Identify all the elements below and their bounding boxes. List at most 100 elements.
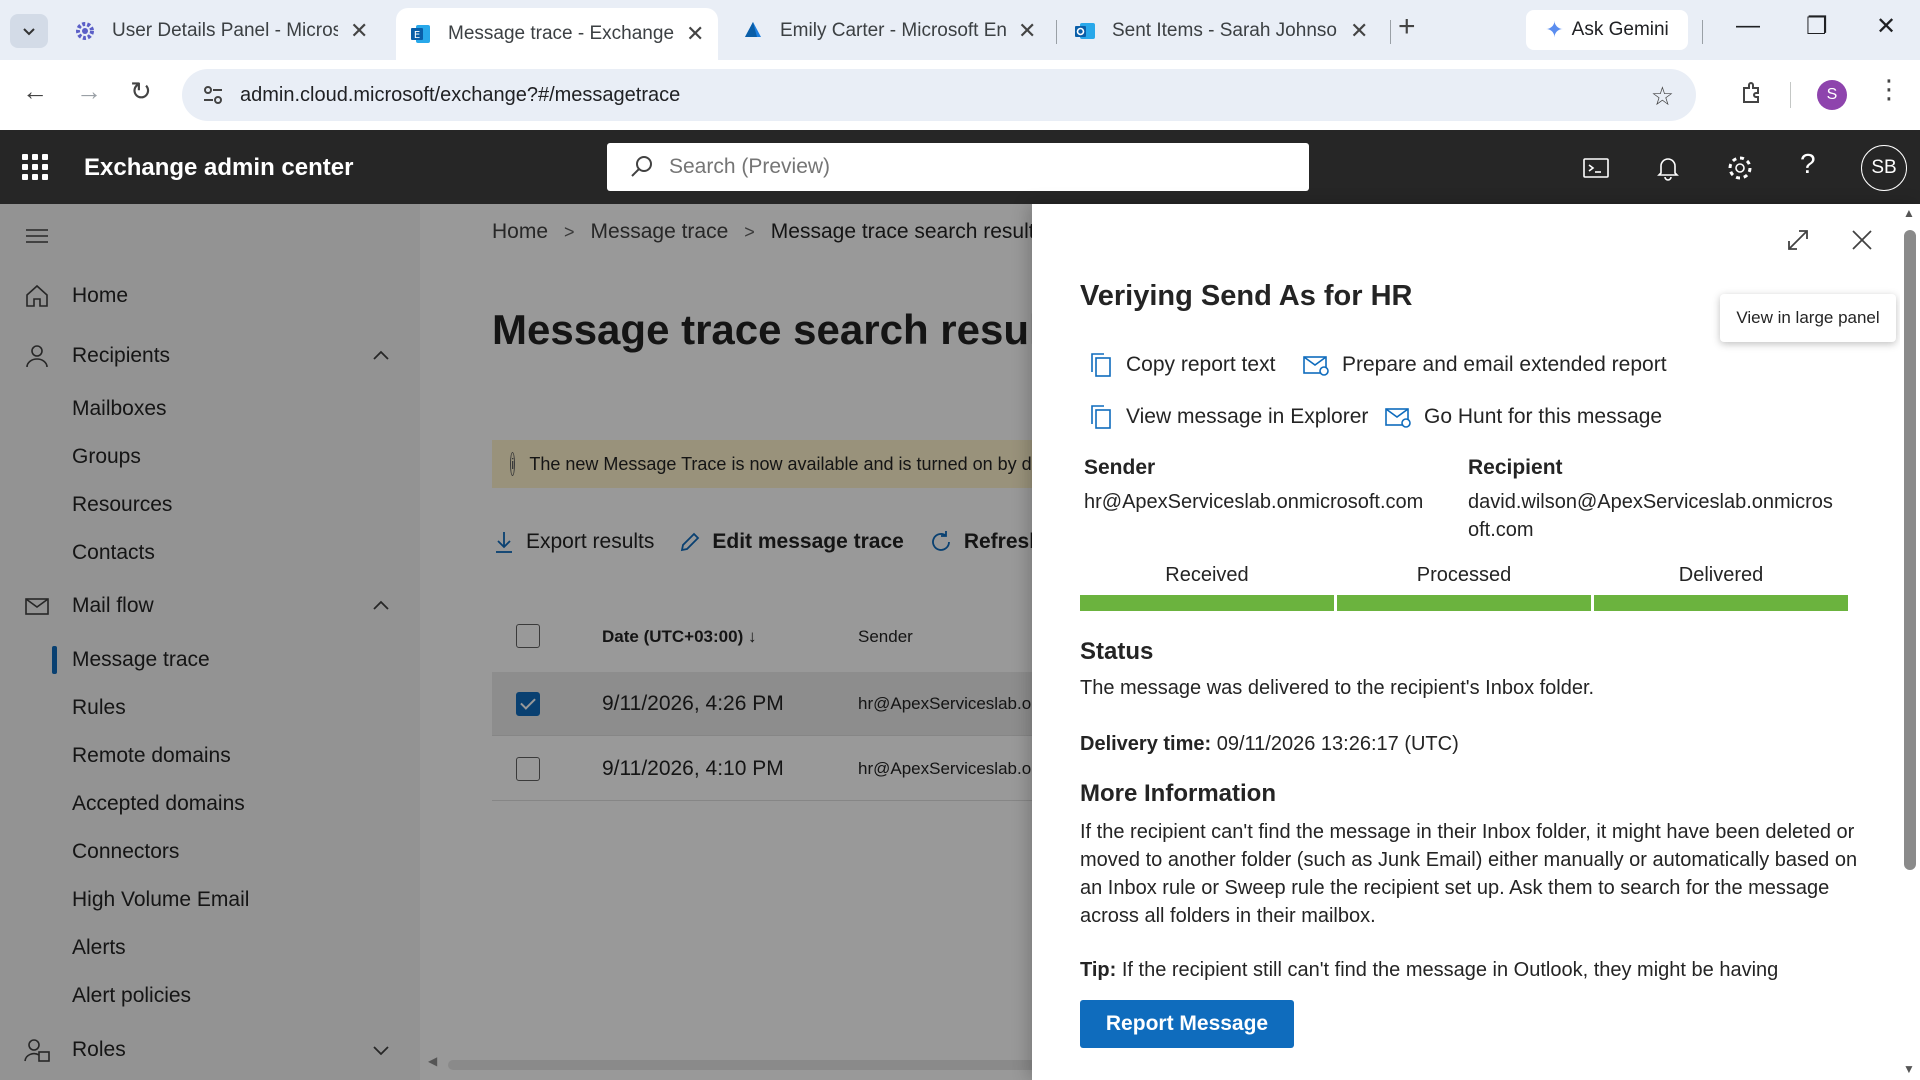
minimize-icon[interactable]: — <box>1736 12 1760 40</box>
global-search-box[interactable] <box>607 143 1309 191</box>
window-close-icon[interactable]: ✕ <box>1876 12 1896 41</box>
message-details-panel: View in large panel Veriying Send As for… <box>1032 204 1920 1080</box>
stage-bar <box>1337 595 1591 611</box>
mail-report-icon <box>1303 356 1329 376</box>
stage-label: Delivered <box>1678 564 1764 586</box>
stage-label: Processed <box>1416 564 1512 586</box>
search-icon <box>631 156 652 177</box>
browser-profile-avatar[interactable]: S <box>1817 80 1847 110</box>
svg-text:E: E <box>414 30 420 41</box>
browser-tab-user-details[interactable]: User Details Panel - Microsoft ✕ <box>60 8 382 54</box>
ask-gemini-label: Ask Gemini <box>1571 19 1669 40</box>
report-message-button[interactable]: Report Message <box>1080 1000 1294 1048</box>
copy-report-text-button[interactable]: Copy report text <box>1088 352 1275 378</box>
tab-separator <box>1702 20 1703 44</box>
outlook-favicon-icon <box>1075 23 1095 39</box>
settings-gear-icon[interactable] <box>1726 154 1754 182</box>
site-info-icon[interactable] <box>200 82 226 108</box>
panel-footer: Report Message <box>1032 980 1920 1080</box>
tab-separator <box>1390 20 1391 44</box>
app-name[interactable]: Exchange admin center <box>84 154 353 182</box>
app-header: Exchange admin center ? SB <box>0 130 1920 204</box>
tab-close-icon[interactable]: ✕ <box>1018 18 1036 44</box>
browser-tab-emily-carter[interactable]: Emily Carter - Microsoft Entra ✕ <box>728 8 1050 54</box>
sender-value: hr@ApexServiceslab.onmicrosoft.com <box>1084 491 1424 513</box>
prepare-extended-report-label: Prepare and email extended report <box>1342 353 1667 376</box>
hunt-mail-icon <box>1385 408 1411 428</box>
delivery-time-label: Delivery time: <box>1080 733 1212 755</box>
stage-bar <box>1594 595 1848 611</box>
scrollbar-thumb[interactable] <box>1904 230 1916 870</box>
browser-menu-icon[interactable]: ⋮ <box>1876 74 1902 105</box>
tip-body: If the recipient still can't find the me… <box>1121 959 1779 981</box>
browser-toolbar: ← → ↻ admin.cloud.microsoft/exchange?#/m… <box>0 60 1920 130</box>
gemini-sparkle-icon: ✦ <box>1545 17 1564 42</box>
more-info-text: If the recipient can't find the message … <box>1080 821 1858 927</box>
delivery-progress: Received Processed Delivered <box>1080 564 1848 620</box>
expand-icon[interactable] <box>1784 226 1812 254</box>
close-icon[interactable] <box>1848 226 1876 254</box>
scrollbar-thumb[interactable] <box>448 1060 1048 1070</box>
tab-title: Sent Items - Sarah Johnson - <box>1112 20 1338 41</box>
back-arrow-icon[interactable]: ← <box>22 76 48 107</box>
url-text: admin.cloud.microsoft/exchange?#/message… <box>240 83 681 106</box>
stage-label: Received <box>1165 564 1249 586</box>
app-launcher-waffle-icon[interactable] <box>22 154 48 180</box>
toolbar-separator <box>1790 82 1791 108</box>
extensions-puzzle-icon[interactable] <box>1740 80 1766 106</box>
user-avatar[interactable]: SB <box>1861 145 1907 191</box>
stage-delivered: Delivered <box>1594 564 1848 611</box>
sender-label: Sender <box>1084 456 1156 479</box>
recipient-label: Recipient <box>1468 456 1563 479</box>
help-question-icon[interactable]: ? <box>1800 148 1828 179</box>
restore-icon[interactable]: ❐ <box>1806 12 1828 41</box>
entra-favicon-icon <box>745 22 761 37</box>
go-hunt-label: Go Hunt for this message <box>1424 405 1663 428</box>
ask-gemini-button[interactable]: ✦ Ask Gemini <box>1526 10 1688 50</box>
scroll-up-arrow-icon[interactable]: ▲ <box>1903 206 1915 220</box>
recipient-value-line1: david.wilson@ApexServiceslab.onmicros <box>1468 491 1833 513</box>
tab-separator <box>1056 20 1057 44</box>
tip-label: Tip: <box>1080 959 1117 981</box>
chevron-down-icon <box>23 28 35 36</box>
tab-close-icon[interactable]: ✕ <box>350 18 368 44</box>
address-bar[interactable]: admin.cloud.microsoft/exchange?#/message… <box>182 69 1696 121</box>
browser-tab-sent-items[interactable]: Sent Items - Sarah Johnson - ✕ <box>1060 8 1382 54</box>
scroll-left-arrow-icon[interactable]: ◀ <box>428 1054 437 1068</box>
tab-title: User Details Panel - Microsoft <box>112 20 338 41</box>
modal-overlay[interactable] <box>0 204 1032 1080</box>
gear-favicon-icon <box>76 22 94 40</box>
bookmark-star-icon[interactable]: ☆ <box>1651 81 1674 112</box>
notifications-bell-icon[interactable] <box>1654 154 1682 182</box>
stage-received: Received <box>1080 564 1334 611</box>
search-input[interactable] <box>669 155 1269 179</box>
recipient-value-line2: oft.com <box>1468 519 1534 541</box>
tab-close-icon[interactable]: ✕ <box>1350 18 1368 44</box>
stage-bar <box>1080 595 1334 611</box>
scroll-down-arrow-icon[interactable]: ▼ <box>1903 1062 1915 1076</box>
status-heading: Status <box>1080 638 1154 665</box>
horizontal-scrollbar[interactable]: ◀ <box>428 1054 1048 1070</box>
panel-vertical-scrollbar[interactable]: ▲ ▼ <box>1900 204 1920 1080</box>
forward-arrow-icon[interactable]: → <box>76 76 102 107</box>
view-in-explorer-label: View message in Explorer <box>1126 405 1369 428</box>
go-hunt-button[interactable]: Go Hunt for this message <box>1384 404 1662 430</box>
prepare-extended-report-button[interactable]: Prepare and email extended report <box>1302 352 1667 378</box>
tab-title: Emily Carter - Microsoft Entra <box>780 20 1006 41</box>
view-in-explorer-button[interactable]: View message in Explorer <box>1088 404 1368 430</box>
tab-search-button[interactable] <box>10 14 48 48</box>
stage-processed: Processed <box>1337 564 1591 611</box>
tab-title: Message trace - Exchange admin <box>448 23 674 44</box>
browser-tab-message-trace[interactable]: E Message trace - Exchange admin ✕ <box>396 8 719 60</box>
reload-icon[interactable]: ↻ <box>130 76 152 107</box>
terminal-shell-icon[interactable] <box>1582 154 1610 182</box>
tab-close-icon[interactable]: ✕ <box>686 21 704 47</box>
delivery-time-value: 09/11/2026 13:26:17 (UTC) <box>1216 733 1459 755</box>
exchange-favicon-icon: E <box>411 25 430 43</box>
copy-report-text-label: Copy report text <box>1126 353 1276 376</box>
new-tab-button[interactable]: + <box>1398 10 1416 44</box>
tooltip: View in large panel <box>1720 294 1896 342</box>
browser-tab-strip: User Details Panel - Microsoft ✕ E Messa… <box>0 0 1920 60</box>
status-text: The message was delivered to the recipie… <box>1080 677 1595 699</box>
delivery-time: Delivery time: 09/11/2026 13:26:17 (UTC) <box>1080 730 1860 758</box>
